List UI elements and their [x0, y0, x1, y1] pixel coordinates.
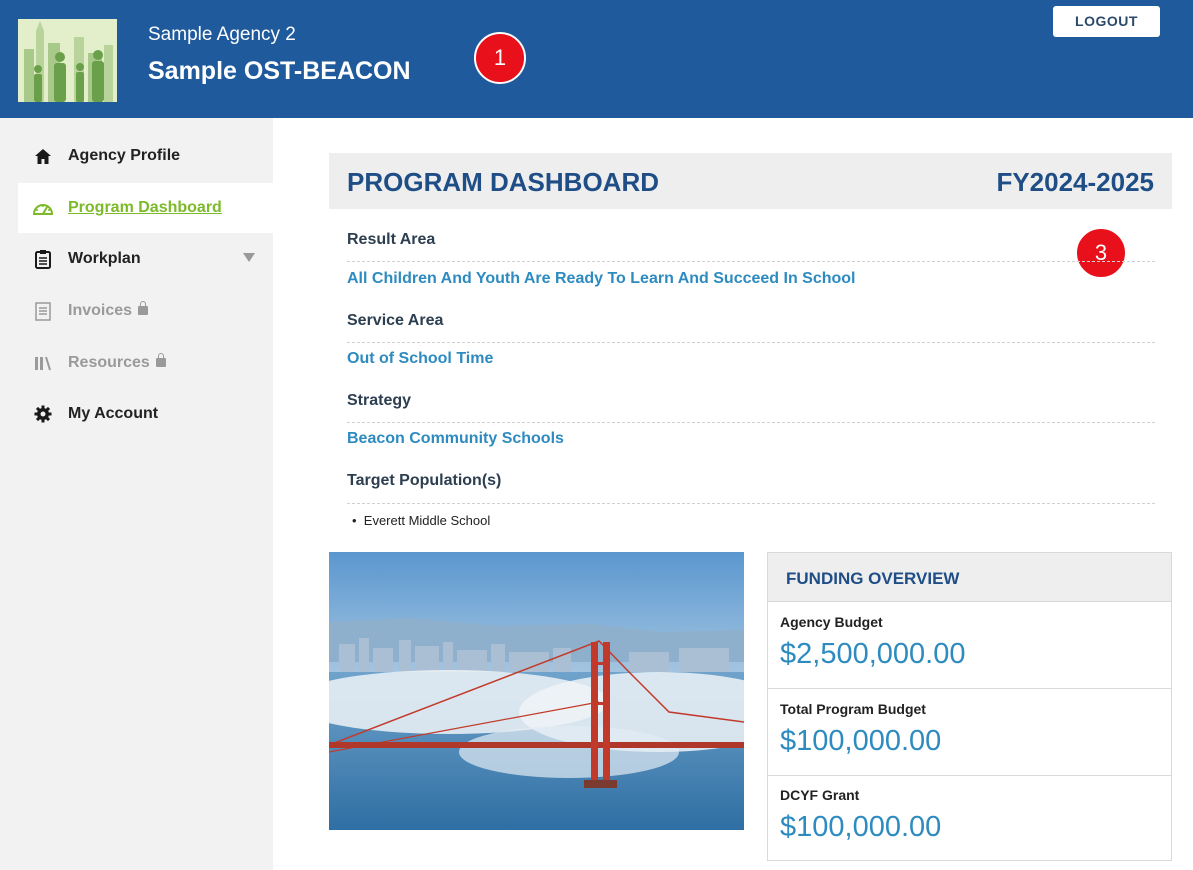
sidebar-item-agency-profile[interactable]: Agency Profile [18, 131, 273, 181]
funding-label: Agency Budget [780, 614, 883, 630]
clipboard-icon [32, 248, 54, 270]
app-header: Sample Agency 2 Sample OST-BEACON LOGOUT [0, 0, 1193, 118]
funding-row-dcyf-grant: DCYF Grant $100,000.00 [768, 775, 1171, 860]
dashboard-gauge-icon [32, 197, 54, 219]
result-area-value: All Children And Youth Are Ready To Lear… [347, 270, 856, 287]
sidebar-item-invoices[interactable]: Invoices [18, 286, 273, 336]
sidebar-item-workplan[interactable]: Workplan [18, 234, 273, 284]
target-population-item: Everett Middle School [363, 513, 491, 528]
result-area-label: Result Area [347, 231, 436, 248]
funding-label: Total Program Budget [780, 701, 926, 717]
funding-value: $100,000.00 [780, 811, 942, 843]
divider [347, 261, 1155, 262]
strategy-value: Beacon Community Schools [347, 430, 564, 447]
sidebar-item-label: Agency Profile [68, 147, 181, 164]
funding-label: DCYF Grant [780, 787, 860, 803]
annotation-marker-1: 1 [474, 32, 526, 84]
dashboard-header: PROGRAM DASHBOARD FY2024-2025 [329, 153, 1172, 209]
sidebar-item-label: Program Dashboard [68, 199, 222, 216]
funding-row-total-program-budget: Total Program Budget $100,000.00 [768, 689, 1171, 776]
sidebar-item-resources[interactable]: Resources [18, 338, 273, 388]
service-area-label: Service Area [347, 312, 444, 329]
service-area-value: Out of School Time [347, 350, 494, 367]
program-name: Sample OST-BEACON [148, 57, 411, 85]
fiscal-year: FY2024-2025 [996, 167, 1154, 197]
sidebar-item-my-account[interactable]: My Account [18, 389, 273, 439]
chevron-down-icon[interactable] [243, 253, 255, 262]
page-title: PROGRAM DASHBOARD [347, 167, 659, 197]
divider [347, 503, 1155, 504]
sidebar-item-program-dashboard[interactable]: Program Dashboard [18, 183, 273, 233]
target-population-label: Target Population(s) [347, 472, 502, 489]
home-icon [32, 145, 54, 167]
sidebar-item-label: Invoices [68, 302, 133, 319]
sidebar-item-label: My Account [68, 405, 159, 422]
list-item: • Everett Middle School [352, 513, 491, 528]
divider [347, 342, 1155, 343]
sidebar-item-label: Resources [68, 354, 150, 371]
funding-title: FUNDING OVERVIEW [786, 569, 960, 588]
funding-row-agency-budget: Agency Budget $2,500,000.00 [768, 602, 1171, 689]
funding-value: $100,000.00 [780, 725, 942, 757]
funding-value: $2,500,000.00 [780, 638, 966, 670]
strategy-label: Strategy [347, 392, 412, 409]
annotation-marker-3: 3 [1075, 227, 1127, 279]
golden-gate-photo [329, 552, 744, 830]
lock-icon [155, 352, 166, 367]
divider [347, 422, 1155, 423]
sidebar-item-label: Workplan [68, 250, 141, 267]
books-icon [32, 352, 54, 374]
funding-overview-panel: FUNDING OVERVIEW Agency Budget $2,500,00… [767, 552, 1172, 861]
gear-icon [32, 403, 54, 425]
document-icon [32, 300, 54, 322]
lock-icon [138, 300, 149, 315]
agency-name: Sample Agency 2 [148, 24, 296, 45]
agency-logo [18, 19, 117, 102]
funding-header: FUNDING OVERVIEW [768, 553, 1171, 602]
logout-button[interactable]: LOGOUT [1053, 6, 1160, 37]
